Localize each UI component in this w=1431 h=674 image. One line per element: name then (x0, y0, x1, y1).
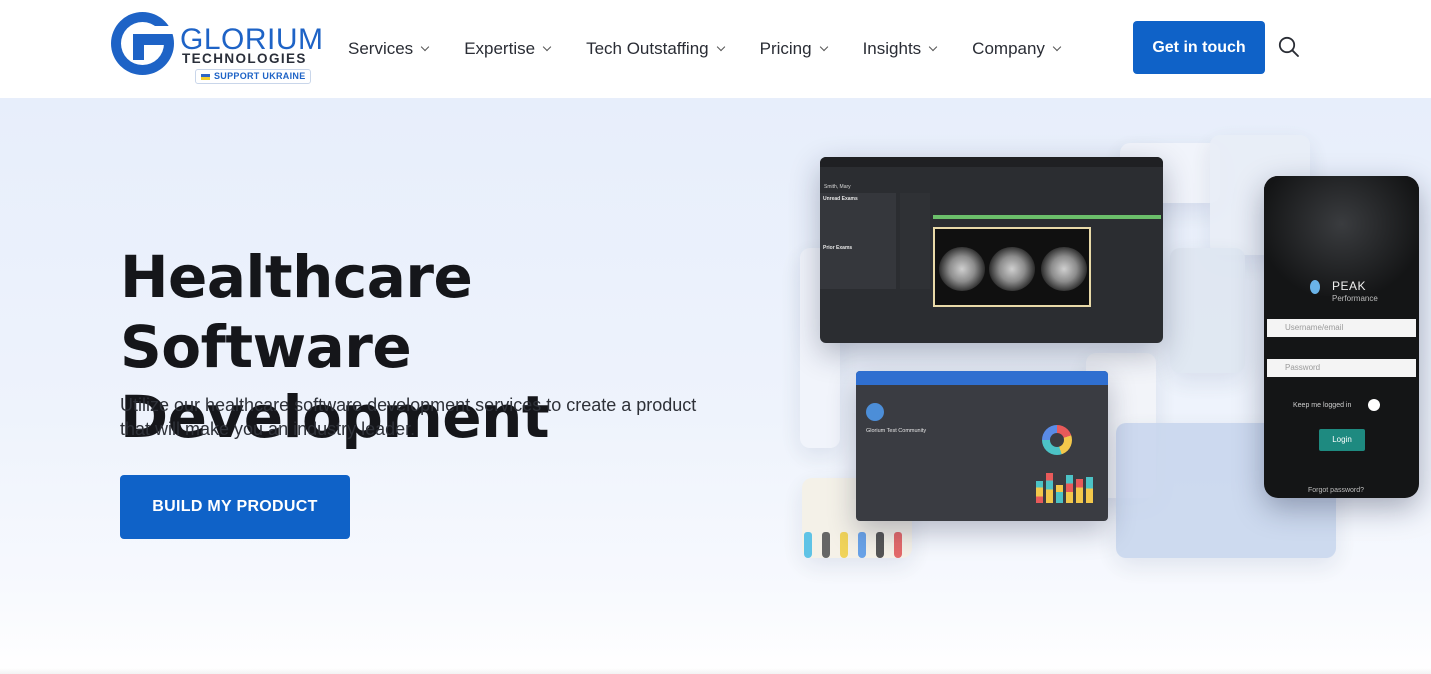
chevron-down-icon (542, 42, 552, 52)
ct-scan-images (933, 227, 1091, 307)
keep-logged-in-label: Keep me logged in (1293, 402, 1352, 409)
nav-label: Company (972, 39, 1045, 58)
support-ukraine-badge[interactable]: SUPPORT UKRAINE (195, 69, 311, 84)
search-icon[interactable] (1277, 35, 1301, 59)
nav-label: Services (348, 39, 414, 58)
test-tube-graphic (894, 532, 902, 558)
hero-section: Healthcare Software Development Utilize … (0, 98, 1431, 674)
nav-item-services[interactable]: Services (348, 39, 430, 59)
nav-item-tech-outstaffing[interactable]: Tech Outstaffing (586, 39, 725, 59)
nav-label: Expertise (464, 39, 536, 58)
hero-description: Utilize our healthcare software developm… (120, 395, 697, 439)
chevron-down-icon (716, 42, 725, 52)
mobile-login-screenshot: PEAK Performance Username/email Password… (1264, 176, 1419, 498)
nav-item-pricing[interactable]: Pricing (759, 39, 828, 59)
test-tube-graphic (876, 532, 884, 558)
nav-label: Pricing (759, 39, 812, 58)
toggle-switch (1368, 399, 1380, 411)
username-field: Username/email (1267, 319, 1416, 337)
test-tube-graphic (804, 532, 812, 558)
support-ukraine-label: SUPPORT UKRAINE (214, 71, 306, 81)
patient-name: Smith, Mary (824, 184, 851, 190)
login-button-graphic: Login (1319, 429, 1365, 451)
donut-chart-graphic (1042, 425, 1072, 455)
background-tile (1170, 248, 1245, 373)
product-screenshots-collage: Smith, Mary Unread Exams Prior Exams Glo… (790, 128, 1430, 588)
community-name: Glorium Test Community (866, 428, 927, 434)
brand-subtitle: TECHNOLOGIES (182, 51, 307, 66)
logo-mark-icon (111, 12, 175, 75)
password-field: Password (1267, 359, 1416, 377)
nav-label: Tech Outstaffing (586, 39, 709, 58)
test-tube-graphic (858, 532, 866, 558)
app-subtitle: Performance (1332, 294, 1378, 303)
prior-exams-label: Prior Exams (823, 245, 853, 251)
brand-logo[interactable]: GLORIUM TECHNOLOGIES SUPPORT UKRAINE (111, 12, 323, 86)
site-header: GLORIUM TECHNOLOGIES SUPPORT UKRAINE Ser… (0, 0, 1431, 98)
nav-item-company[interactable]: Company (972, 39, 1062, 59)
forgot-password-label: Forgot password? (1308, 487, 1365, 494)
radiology-app-screenshot: Smith, Mary Unread Exams Prior Exams (820, 157, 1163, 343)
build-my-product-button[interactable]: BUILD MY PRODUCT (120, 475, 350, 539)
nav-label: Insights (862, 39, 922, 58)
section-divider (0, 668, 1431, 674)
app-name: PEAK (1332, 279, 1367, 293)
dashboard-app-screenshot: Glorium Test Community (856, 371, 1108, 521)
test-tube-graphic (822, 532, 830, 558)
ukraine-flag-icon (201, 74, 210, 80)
app-logo-icon (1310, 280, 1320, 294)
test-tube-graphic (840, 532, 848, 558)
nav-item-expertise[interactable]: Expertise (464, 39, 552, 59)
nav-item-insights[interactable]: Insights (862, 39, 938, 59)
get-in-touch-button[interactable]: Get in touch (1133, 21, 1265, 74)
chevron-down-icon (819, 42, 828, 52)
main-nav: Services Expertise Tech Outstaffing Pric… (348, 0, 1096, 98)
chevron-down-icon (928, 42, 938, 52)
unread-exams-label: Unread Exams (823, 196, 858, 202)
chevron-down-icon (1052, 42, 1062, 52)
hero-title-line1: Healthcare Software (120, 243, 473, 381)
chevron-down-icon (420, 42, 430, 52)
